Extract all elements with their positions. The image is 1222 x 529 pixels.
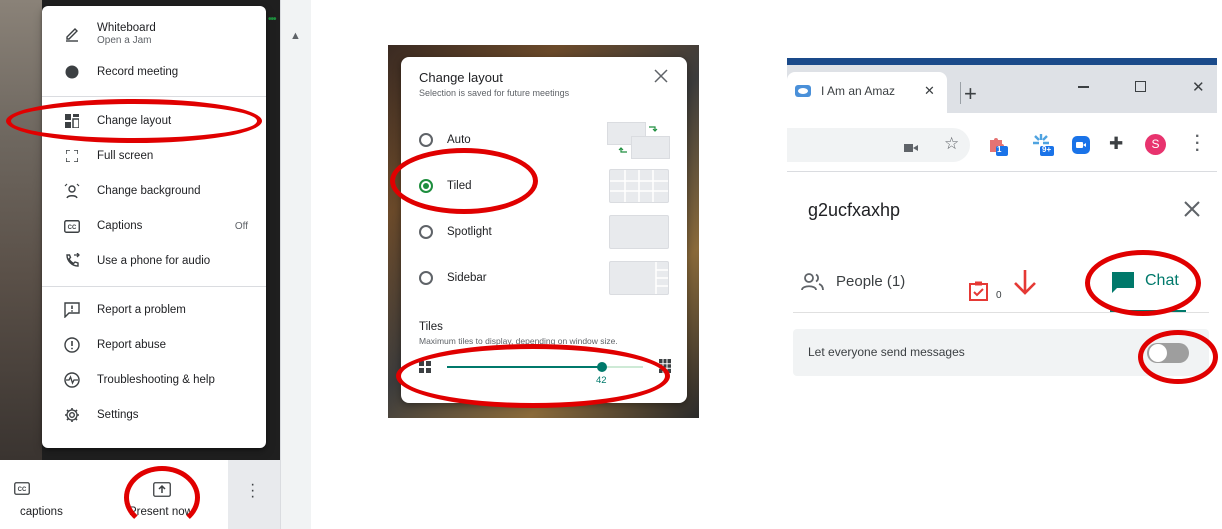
bookmark-star-icon[interactable]: ☆ <box>944 134 959 154</box>
meeting-code: g2ucfxaxhp <box>808 200 901 220</box>
menu-item-label: Settings <box>97 409 139 421</box>
sidebar-layout-thumbnail <box>609 261 669 295</box>
highlight-present-now <box>124 466 200 529</box>
browser-tab[interactable]: I Am an Amaz ✕ <box>787 72 947 113</box>
setting-label: Let everyone send messages <box>808 345 965 359</box>
menu-item-label: Report a problem <box>97 304 186 316</box>
highlight-toggle <box>1138 330 1218 384</box>
svg-text:CC: CC <box>18 487 27 493</box>
spotlight-layout-thumbnail <box>609 215 669 249</box>
gear-icon <box>62 405 82 425</box>
menu-item-report-abuse[interactable]: Report abuse <box>42 330 266 360</box>
tab-divider <box>960 82 961 104</box>
highlight-tiled <box>390 148 538 214</box>
pencil-icon <box>62 24 82 44</box>
menu-item-label: Report abuse <box>97 339 167 351</box>
radio-button[interactable] <box>419 271 433 285</box>
scrollbar[interactable]: ▲ <box>280 0 311 529</box>
close-icon[interactable] <box>654 69 668 88</box>
extension-badge: 9+ <box>1042 145 1052 154</box>
close-window-icon[interactable]: ✕ <box>1192 78 1205 96</box>
task-check-icon[interactable] <box>969 281 989 306</box>
menu-item-label: Change background <box>97 185 201 197</box>
menu-item-label: Troubleshooting & help <box>97 374 215 386</box>
minimize-icon[interactable] <box>1078 86 1089 88</box>
menu-item-label: Record meeting <box>97 66 179 78</box>
close-tab-icon[interactable]: ✕ <box>924 83 935 99</box>
profile-avatar[interactable]: S <box>1145 134 1166 155</box>
captions-button-label[interactable]: captions <box>20 506 63 518</box>
highlight-chat <box>1085 250 1201 316</box>
layout-option-sidebar[interactable]: Sidebar <box>419 271 487 285</box>
people-icon <box>801 273 825 296</box>
dialog-subtitle: Selection is saved for future meetings <box>419 88 570 98</box>
menu-item-record-meeting[interactable]: Record meeting <box>42 57 266 87</box>
record-icon <box>62 62 82 82</box>
extension-star-icon[interactable]: 9+ <box>1032 133 1054 162</box>
svg-text:CC: CC <box>68 225 77 231</box>
radio-button[interactable] <box>419 133 433 147</box>
people-tab-label: People (1) <box>836 273 906 290</box>
auto-layout-thumbnail <box>607 122 671 165</box>
fullscreen-icon <box>62 146 82 166</box>
scroll-up-icon[interactable]: ▲ <box>290 30 301 42</box>
zoom-extension-icon[interactable] <box>1072 136 1090 159</box>
extensions-puzzle-icon[interactable]: ✚ <box>1109 134 1123 154</box>
close-panel-icon[interactable] <box>1183 200 1201 223</box>
option-label: Spotlight <box>447 226 492 238</box>
menu-item-whiteboard[interactable]: Whiteboard Open a Jam <box>42 14 266 54</box>
tiled-layout-thumbnail <box>609 169 669 203</box>
dialog-title: Change layout <box>419 70 503 85</box>
extension-puzzle-red-icon[interactable]: 1 <box>988 134 1008 161</box>
menu-item-report-problem[interactable]: Report a problem <box>42 295 266 325</box>
layout-option-auto[interactable]: Auto <box>419 133 471 147</box>
tiles-heading: Tiles <box>419 321 443 333</box>
tab-title: I Am an Amaz <box>821 84 896 98</box>
menu-item-label: Captions <box>97 220 143 232</box>
menu-item-captions[interactable]: CC Captions Off <box>42 211 266 241</box>
menu-divider <box>42 96 266 97</box>
captions-icon[interactable]: CC <box>14 482 30 500</box>
camera-icon[interactable] <box>904 140 918 158</box>
background-icon <box>62 181 82 201</box>
captions-icon: CC <box>62 216 82 236</box>
tab-favicon-icon <box>795 84 811 103</box>
menu-item-change-background[interactable]: Change background <box>42 176 266 206</box>
menu-item-label: Whiteboard <box>97 22 156 34</box>
task-count: 0 <box>996 290 1002 301</box>
option-label: Auto <box>447 134 471 146</box>
phone-icon <box>62 251 82 271</box>
report-problem-icon <box>62 300 82 320</box>
menu-item-troubleshooting[interactable]: Troubleshooting & help <box>42 365 266 395</box>
maximize-icon[interactable] <box>1135 81 1146 92</box>
chrome-menu-icon[interactable]: · · · <box>1195 129 1200 159</box>
extension-badge: 1 <box>997 145 1002 154</box>
more-vert-icon: · · · <box>250 476 256 505</box>
option-label: Sidebar <box>447 272 487 284</box>
menu-item-full-screen[interactable]: Full screen <box>42 141 266 171</box>
troubleshooting-icon <box>62 370 82 390</box>
layout-option-spotlight[interactable]: Spotlight <box>419 225 492 239</box>
menu-item-sublabel: Open a Jam <box>97 35 152 46</box>
captions-status: Off <box>234 220 248 232</box>
arrow-down-icon <box>1012 268 1038 301</box>
report-abuse-icon <box>62 335 82 355</box>
menu-item-phone-audio[interactable]: Use a phone for audio <box>42 246 266 276</box>
address-bar[interactable] <box>787 128 970 162</box>
highlight-change-layout <box>6 99 262 143</box>
more-options-menu: Whiteboard Open a Jam Record meeting Chan… <box>42 6 266 448</box>
speaking-indicator-icon: ••• <box>268 14 276 25</box>
highlight-tiles-slider <box>396 344 670 408</box>
menu-item-settings[interactable]: Settings <box>42 400 266 430</box>
window-top-strip <box>787 58 1217 65</box>
menu-divider <box>42 286 266 287</box>
new-tab-icon[interactable]: + <box>964 83 977 105</box>
more-options-button[interactable]: · · · <box>228 460 280 529</box>
menu-item-label: Full screen <box>97 150 154 162</box>
menu-item-label: Use a phone for audio <box>97 255 211 267</box>
radio-button[interactable] <box>419 225 433 239</box>
